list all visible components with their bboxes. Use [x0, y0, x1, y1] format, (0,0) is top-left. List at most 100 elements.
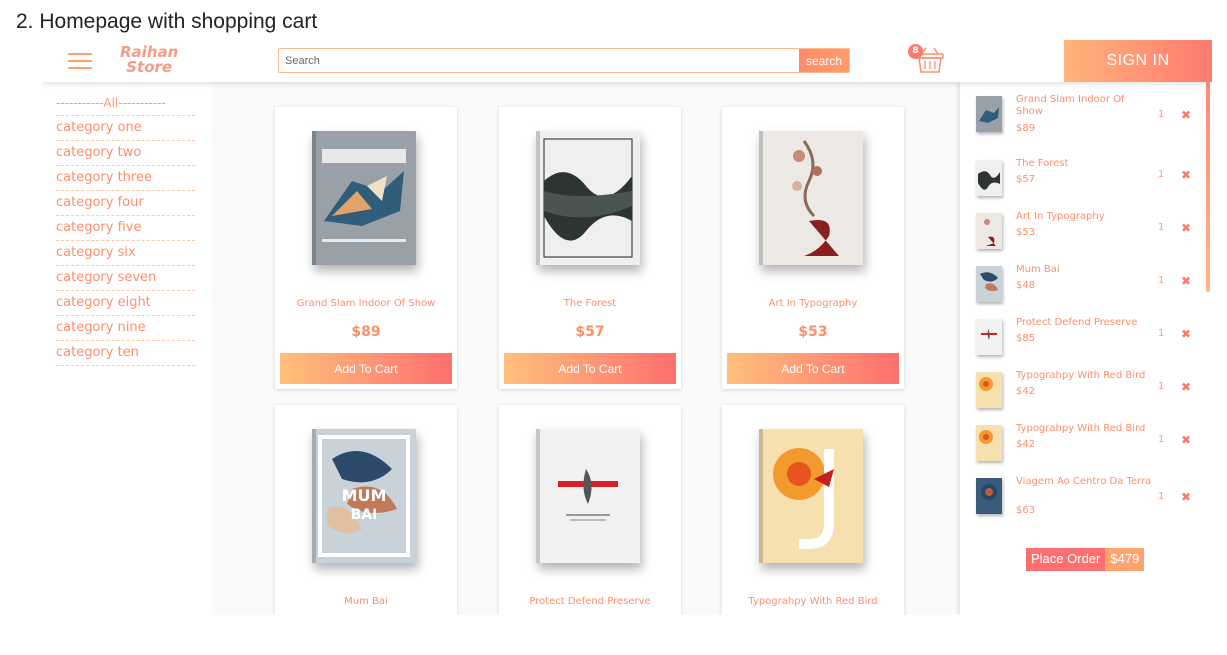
product-title[interactable]: Protect Defend Preserve: [499, 596, 681, 607]
cart-item-quantity: 1: [1158, 169, 1165, 180]
cart-item: Mum Bai $48 1 ✖: [976, 264, 1198, 316]
cart-item-name: The Forest: [1016, 158, 1069, 169]
product-card: Typograhpy With Red Bird: [722, 405, 904, 615]
order-total: $479: [1105, 548, 1145, 571]
product-card: The Forest $57 Add To Cart: [499, 107, 681, 389]
store-logo[interactable]: Raihan Store: [120, 45, 178, 75]
cart-item-thumbnail: [976, 478, 1002, 514]
product-price: $53: [798, 324, 828, 340]
cart-item-name: Mum Bai: [1016, 264, 1060, 275]
remove-item-icon[interactable]: ✖: [1181, 327, 1191, 341]
cart-item-thumbnail: [976, 372, 1002, 408]
cart-item: Art In Typography $53 1 ✖: [976, 211, 1198, 263]
product-price: $57: [575, 324, 605, 340]
logo-line2: Store: [126, 58, 173, 76]
cart-count-badge: 8: [908, 44, 923, 59]
cart-item-price: $53: [1016, 227, 1036, 238]
category-item[interactable]: category nine: [56, 316, 195, 341]
svg-text:BAI: BAI: [351, 507, 378, 523]
cart-item: Typograhpy With Red Bird $42 1 ✖: [976, 423, 1198, 475]
product-cover-image[interactable]: [759, 429, 863, 563]
cart-button[interactable]: 8: [908, 44, 948, 76]
cart-item-price: $42: [1016, 386, 1036, 397]
cart-panel: Grand Slam Indoor Of Show $89 1 ✖ The Fo…: [960, 82, 1212, 615]
cart-item-price: $85: [1016, 333, 1036, 344]
category-item[interactable]: category five: [56, 216, 195, 241]
remove-item-icon[interactable]: ✖: [1181, 433, 1191, 447]
cart-item-price: $89: [1016, 123, 1036, 134]
category-item[interactable]: category four: [56, 191, 195, 216]
cart-item-quantity: 1: [1158, 381, 1165, 392]
product-card: MUM BAI Mum Bai: [275, 405, 457, 615]
place-order-label: Place Order: [1026, 548, 1106, 571]
category-item[interactable]: category three: [56, 166, 195, 191]
remove-item-icon[interactable]: ✖: [1181, 274, 1191, 288]
product-title[interactable]: The Forest: [499, 298, 681, 309]
product-cover-image[interactable]: [759, 131, 863, 265]
remove-item-icon[interactable]: ✖: [1181, 490, 1191, 504]
cart-item-name: Typograhpy With Red Bird: [1016, 423, 1146, 434]
cart-item-name: Typograhpy With Red Bird: [1016, 370, 1146, 381]
cart-item: Protect Defend Preserve $85 1 ✖: [976, 317, 1198, 369]
add-to-cart-button[interactable]: Add To Cart: [280, 353, 452, 384]
cart-scrollbar[interactable]: [1206, 82, 1210, 292]
product-cover-image[interactable]: MUM BAI: [312, 429, 416, 563]
product-card: Protect Defend Preserve: [499, 405, 681, 615]
cart-item-quantity: 1: [1158, 109, 1165, 120]
product-price: $89: [351, 324, 381, 340]
place-order-button[interactable]: Place Order $479: [1026, 548, 1145, 571]
cart-item-thumbnail: [976, 266, 1002, 302]
page-caption: 2. Homepage with shopping cart: [16, 10, 318, 33]
sign-in-button[interactable]: SIGN IN: [1064, 40, 1212, 82]
category-item[interactable]: category eight: [56, 291, 195, 316]
cart-item-thumbnail: [976, 96, 1002, 132]
svg-text:MUM: MUM: [342, 486, 387, 505]
cart-item-price: $63: [1016, 505, 1036, 516]
cart-item-thumbnail: [976, 160, 1002, 196]
hamburger-menu-icon[interactable]: [68, 53, 92, 69]
product-card: Art In Typography $53 Add To Cart: [722, 107, 904, 389]
cart-item: The Forest $57 1 ✖: [976, 158, 1198, 210]
product-cover-image[interactable]: [536, 131, 640, 265]
remove-item-icon[interactable]: ✖: [1181, 221, 1191, 235]
add-to-cart-button[interactable]: Add To Cart: [504, 353, 676, 384]
add-to-cart-button[interactable]: Add To Cart: [727, 353, 899, 384]
cart-item-name: Art In Typography: [1016, 211, 1105, 222]
category-item[interactable]: category ten: [56, 341, 195, 366]
cart-item: Grand Slam Indoor Of Show $89 1 ✖: [976, 94, 1198, 146]
cart-item-name: Grand Slam Indoor Of Show: [1016, 94, 1125, 117]
cart-item-quantity: 1: [1158, 275, 1165, 286]
cart-item-price: $42: [1016, 439, 1036, 450]
product-title[interactable]: Art In Typography: [722, 298, 904, 309]
category-item[interactable]: category seven: [56, 266, 195, 291]
search-input[interactable]: [279, 49, 799, 72]
cart-item-quantity: 1: [1158, 491, 1165, 502]
product-title[interactable]: Grand Slam Indoor Of Show: [275, 298, 457, 309]
category-item[interactable]: category two: [56, 141, 195, 166]
remove-item-icon[interactable]: ✖: [1181, 108, 1191, 122]
cart-item-name: Protect Defend Preserve: [1016, 317, 1138, 328]
search-bar: search: [278, 48, 850, 73]
cart-item-thumbnail: [976, 425, 1002, 461]
product-cover-image[interactable]: [536, 429, 640, 563]
top-header: Raihan Store search 8 SIGN IN: [42, 40, 1212, 82]
cart-item-thumbnail: [976, 213, 1002, 249]
category-item[interactable]: category one: [56, 116, 195, 141]
remove-item-icon[interactable]: ✖: [1181, 168, 1191, 182]
product-title[interactable]: Mum Bai: [275, 596, 457, 607]
cart-item-name: Viagem Ao Centro Da Terra: [1016, 476, 1152, 487]
cart-item-quantity: 1: [1158, 434, 1165, 445]
product-title[interactable]: Typograhpy With Red Bird: [722, 596, 904, 607]
remove-item-icon[interactable]: ✖: [1181, 380, 1191, 394]
category-sidebar: -----------All----------- category one c…: [42, 82, 212, 615]
cart-item-price: $48: [1016, 280, 1036, 291]
category-item[interactable]: category six: [56, 241, 195, 266]
store-app: Raihan Store search 8 SIGN IN ----------…: [42, 40, 1212, 615]
product-card: Grand Slam Indoor Of Show $89 Add To Car…: [275, 107, 457, 389]
category-all[interactable]: -----------All-----------: [56, 92, 195, 116]
product-grid: Grand Slam Indoor Of Show $89 Add To Car…: [212, 82, 960, 615]
cart-item: Typograhpy With Red Bird $42 1 ✖: [976, 370, 1198, 422]
product-cover-image[interactable]: [312, 131, 416, 265]
cart-item-quantity: 1: [1158, 328, 1165, 339]
search-button[interactable]: search: [799, 49, 849, 72]
